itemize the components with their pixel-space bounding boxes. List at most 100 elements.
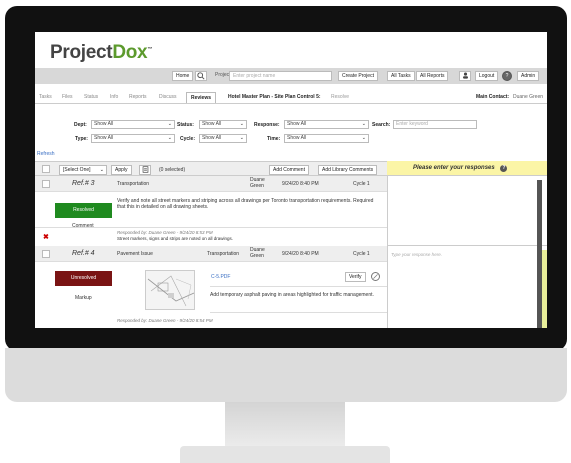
tab-info[interactable]: Info	[110, 94, 118, 100]
response-header-text: Please enter your responses	[413, 165, 495, 171]
type-select-value: Show All	[94, 135, 114, 141]
cycle: Cycle 1	[353, 181, 370, 187]
category: Pavement Issue	[117, 251, 153, 257]
response-label: Response:	[254, 122, 280, 128]
tab-status[interactable]: Status	[84, 94, 98, 100]
monitor-chin	[5, 348, 567, 402]
time-select-value: Show All	[287, 135, 307, 141]
comment-type: Comment	[72, 223, 94, 229]
tab-reports[interactable]: Reports	[129, 94, 147, 100]
department: Transportation	[207, 251, 240, 257]
response-block: Responded by: Duane Green - 9/24/20 8:54…	[117, 318, 377, 324]
create-project-button[interactable]: Create Project	[338, 71, 378, 81]
tab-reviews[interactable]: Reviews	[186, 92, 217, 103]
ref-number: Ref.# 4	[72, 250, 95, 257]
comment-description: Add temporary asphalt paving in areas hi…	[210, 292, 374, 298]
verify-button[interactable]: Verify	[345, 272, 366, 282]
table-row: Ref.# 4 Pavement Issue Transportation Du…	[35, 246, 387, 262]
all-reports-button[interactable]: All Reports	[416, 71, 449, 81]
status-label: Status:	[177, 122, 194, 128]
reviewer-name: Duane Green	[250, 247, 265, 259]
table-row: Ref.# 3 Transportation Duane Green 9/24/…	[35, 176, 387, 192]
home-button[interactable]: Home	[172, 71, 194, 81]
row-checkbox[interactable]	[42, 250, 50, 258]
select-all-checkbox[interactable]	[42, 165, 50, 173]
response-block: Responded by: Duane Green - 9/24/20 8:53…	[117, 230, 377, 242]
logo-trademark: ™	[147, 46, 153, 53]
search-icon[interactable]	[195, 71, 207, 81]
tab-files[interactable]: Files	[62, 94, 73, 100]
tab-tasks[interactable]: Tasks	[39, 94, 52, 100]
response-header: Please enter your responses ?	[387, 161, 547, 176]
tab-divider	[35, 103, 547, 104]
scrollbar[interactable]	[537, 252, 542, 328]
status-badge[interactable]: Unresolved	[55, 271, 112, 286]
keyword-search-input[interactable]: Enter keyword	[393, 120, 477, 129]
projectdox-logo[interactable]: ProjectDox™	[50, 42, 152, 64]
chevron-down-icon: ⌄	[239, 135, 244, 141]
category: Transportation	[117, 181, 150, 187]
comment-date: 9/24/20 8:40 PM	[282, 181, 319, 187]
cycle-select[interactable]: Show All ⌄	[199, 134, 247, 143]
chevron-down-icon: ⌄	[167, 121, 172, 127]
all-tasks-button[interactable]: All Tasks	[387, 71, 415, 81]
monitor-stand-neck	[225, 402, 345, 448]
refresh-link[interactable]: Refresh	[37, 151, 55, 157]
chevron-down-icon: ⌄	[361, 121, 366, 127]
filter-panel: Dept: Show All ⌄ Status: Show All ⌄ Respon…	[35, 108, 547, 148]
response-select-value: Show All	[287, 121, 307, 127]
time-select[interactable]: Show All ⌄	[284, 134, 369, 143]
cycle: Cycle 1	[353, 251, 370, 257]
chevron-down-icon: ⌄	[239, 121, 244, 127]
monitor-stand-base	[180, 446, 390, 463]
cycle-label: Cycle:	[180, 136, 196, 142]
response-text: Street markers, signs and strips are not…	[117, 236, 234, 241]
responded-by: Responded by: Duane Green - 9/24/20 8:54…	[117, 318, 213, 323]
main-contact-label: Main Contact:	[476, 94, 510, 100]
row-checkbox[interactable]	[42, 180, 50, 188]
comment-description: Verify and note all street markers and s…	[117, 198, 374, 210]
type-label: Type:	[75, 136, 88, 142]
delete-icon[interactable]: ✖	[43, 233, 49, 241]
response-highlight	[542, 250, 547, 328]
row-divider	[35, 227, 387, 228]
dept-select-value: Show All	[94, 121, 114, 127]
status-select[interactable]: Show All ⌄	[199, 120, 247, 129]
logout-button[interactable]: Logout	[475, 71, 499, 81]
dept-select[interactable]: Show All ⌄	[91, 120, 175, 129]
main-contact-name: Duane Green	[513, 94, 544, 100]
add-library-comments-button[interactable]: Add Library Comments	[318, 165, 378, 175]
row-divider	[210, 286, 387, 287]
logo-text: Project	[50, 42, 113, 63]
user-icon[interactable]	[459, 71, 471, 81]
add-comment-button[interactable]: Add Comment	[269, 165, 309, 175]
row-divider	[388, 245, 547, 246]
scrollbar[interactable]	[537, 180, 542, 252]
apply-button[interactable]: Apply	[111, 165, 132, 175]
status-select-value: Show All	[202, 121, 222, 127]
project-search-input[interactable]: Enter project name	[229, 71, 332, 81]
help-icon[interactable]: ?	[500, 165, 508, 172]
cancel-icon[interactable]	[371, 272, 380, 281]
column-divider	[387, 176, 388, 328]
status-badge[interactable]: Resolved	[55, 203, 112, 218]
response-select[interactable]: Show All ⌄	[284, 120, 369, 129]
markup-thumbnail[interactable]	[145, 270, 195, 310]
help-icon[interactable]: ?	[502, 71, 512, 81]
project-status: Resolve	[331, 94, 350, 100]
response-input[interactable]: Type your response here.	[391, 252, 442, 257]
ref-number: Ref.# 3	[72, 180, 95, 187]
chevron-down-icon: ⌄	[361, 135, 366, 141]
comment-type: Markup	[75, 295, 92, 301]
type-select[interactable]: Show All ⌄	[91, 134, 175, 143]
tab-discuss[interactable]: Discuss	[159, 94, 177, 100]
sheet-link[interactable]: C-5.PDF	[211, 274, 230, 280]
reviewer-name: Duane Green	[250, 177, 265, 189]
action-select-value: [Select One]	[63, 167, 91, 173]
logo-accent-text: Dox	[112, 42, 148, 63]
export-icon[interactable]	[139, 165, 151, 175]
row-divider	[210, 312, 387, 313]
action-select[interactable]: [Select One] ⌄	[59, 165, 107, 175]
admin-button[interactable]: Admin	[517, 71, 540, 81]
cycle-select-value: Show All	[202, 135, 222, 141]
